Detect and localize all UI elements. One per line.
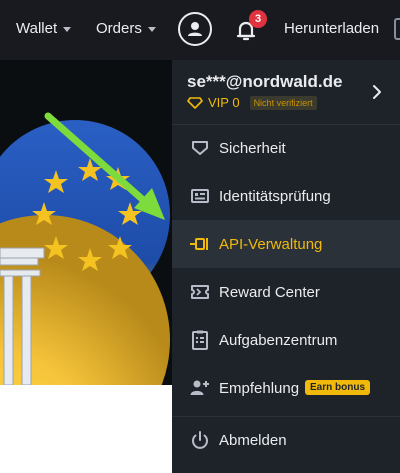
globe-icon[interactable]: [394, 18, 400, 40]
menu-item-api-management[interactable]: API-Verwaltung: [172, 220, 400, 268]
caret-down-icon: [147, 26, 156, 32]
download-label: Herunterladen: [284, 20, 380, 37]
menu-item-task-center[interactable]: Aufgabenzentrum: [172, 316, 400, 364]
menu-item-logout[interactable]: Abmelden: [172, 416, 400, 464]
orders-menu[interactable]: Orders: [96, 20, 156, 37]
ticket-icon: [191, 285, 209, 299]
shield-icon: [192, 141, 208, 155]
menu-item-label: Abmelden: [219, 431, 287, 449]
add-user-icon: [190, 380, 209, 395]
id-card-icon: [191, 189, 209, 203]
vip-level: VIP 0: [208, 95, 240, 110]
menu-item-label: Identitätsprüfung: [219, 187, 331, 205]
chevron-right-icon: [373, 85, 381, 99]
profile-button[interactable]: [178, 12, 212, 46]
download-link[interactable]: Herunterladen: [284, 20, 379, 37]
menu-item-reward-center[interactable]: Reward Center: [172, 268, 400, 316]
verification-status-badge: Nicht verifiziert: [249, 95, 317, 110]
menu-item-identity-verification[interactable]: Identitätsprüfung: [172, 172, 400, 220]
wallet-menu[interactable]: Wallet: [16, 20, 72, 37]
account-summary[interactable]: se***@nordwald.de VIP 0 Nicht verifizier…: [172, 60, 400, 124]
account-dropdown-menu: se***@nordwald.de VIP 0 Nicht verifizier…: [172, 60, 400, 473]
menu-item-label: Sicherheit: [219, 139, 286, 157]
clipboard-icon: [192, 330, 208, 350]
menu-item-security[interactable]: Sicherheit: [172, 124, 400, 172]
earn-bonus-badge: Earn bonus: [305, 380, 371, 395]
orders-label: Orders: [96, 20, 142, 37]
wallet-label: Wallet: [16, 20, 58, 37]
api-key-icon: [190, 238, 208, 250]
menu-item-referral[interactable]: Empfehlung Earn bonus: [172, 364, 400, 412]
notification-count-badge: 3: [249, 10, 267, 28]
user-icon: [188, 22, 202, 36]
menu-item-label: API-Verwaltung: [219, 235, 323, 253]
menu-item-label: Aufgabenzentrum: [219, 331, 338, 349]
notifications-button[interactable]: 3: [233, 10, 267, 44]
menu-item-label: Reward Center: [219, 283, 320, 301]
caret-down-icon: [63, 26, 72, 32]
diamond-icon: [187, 96, 203, 109]
menu-item-label: Empfehlung: [219, 379, 300, 397]
power-icon: [192, 431, 208, 449]
account-email: se***@nordwald.de: [187, 72, 343, 91]
top-navigation-bar: Wallet Orders 3 Herunterladen: [0, 0, 400, 60]
